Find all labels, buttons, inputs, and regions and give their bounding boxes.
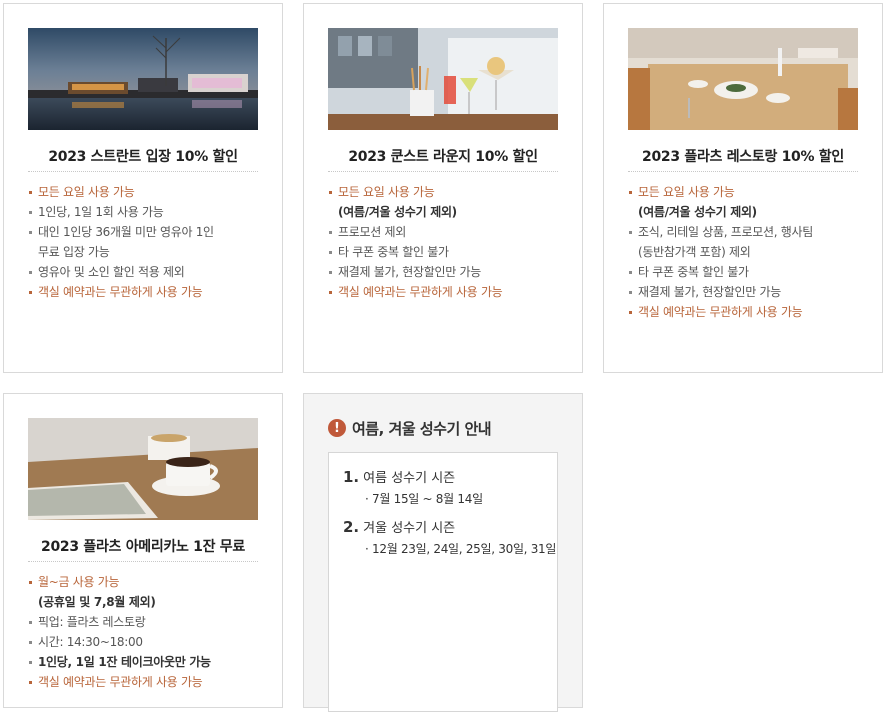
list-item: 객실 예약과는 무관하게 사용 가능 [328,282,564,302]
coupon-card-americano: 2023 플라츠 아메리카노 1잔 무료 월~금 사용 가능 (공휴일 및 7,8… [3,393,283,708]
list-item: 조식, 리테일 상품, 프로모션, 행사팀 (동반참가객 포함) 제외 [628,222,864,262]
restaurant-image [628,28,858,130]
season-item: 1. 여름 성수기 시즌 · 7월 15일 ~ 8월 14일 [343,467,483,507]
list-item: 픽업: 플라츠 레스토랑 [28,612,264,632]
season-name: 겨울 성수기 시즌 [363,521,456,536]
card-title: 2023 스트란트 입장 10% 할인 [48,149,238,165]
terms-list: 모든 요일 사용 가능 (여름/겨울 성수기 제외) 조식, 리테일 상품, 프로… [628,182,864,322]
list-item-text: 조식, 리테일 상품, 프로모션, 행사팀 [638,225,813,239]
list-item-sub: (여름/겨울 성수기 제외) [338,205,457,219]
terms-list: 모든 요일 사용 가능 (여름/겨울 성수기 제외) 프로모션 제외 타 쿠폰 중… [328,182,564,302]
list-item: 재결제 불가, 현장할인만 가능 [328,262,564,282]
list-item: 타 쿠폰 중복 할인 불가 [328,242,564,262]
list-item-text: 모든 요일 사용 가능 [638,185,735,199]
season-name: 여름 성수기 시즌 [363,471,456,486]
list-item: 모든 요일 사용 가능 (여름/겨울 성수기 제외) [628,182,864,222]
exclamation-icon: ! [328,419,346,437]
divider [28,171,258,172]
card-title: 2023 플라츠 레스토랑 10% 할인 [642,149,844,165]
list-item: 월~금 사용 가능 (공휴일 및 7,8월 제외) [28,572,264,612]
notice-header: ! 여름, 겨울 성수기 안내 [328,417,492,439]
list-item: 1인당, 1일 1회 사용 가능 [28,202,264,222]
coupon-card-platz-restaurant: 2023 플라츠 레스토랑 10% 할인 모든 요일 사용 가능 (여름/겨울 성… [603,3,883,373]
list-item-cont: (동반참가객 포함) 제외 [638,245,751,259]
terms-list: 월~금 사용 가능 (공휴일 및 7,8월 제외) 픽업: 플라츠 레스토랑 시간… [28,572,264,692]
list-item: 영유아 및 소인 할인 적용 제외 [28,262,264,282]
list-item-text: 모든 요일 사용 가능 [338,185,435,199]
list-item-cont: 무료 입장 가능 [38,245,110,259]
list-item: 타 쿠폰 중복 할인 불가 [628,262,864,282]
season-dates: · 12월 23일, 24일, 25일, 30일, 31일 [365,542,557,556]
season-item: 2. 겨울 성수기 시즌 · 12월 23일, 24일, 25일, 30일, 31… [343,517,556,557]
divider [628,171,858,172]
card-title: 2023 쿤스트 라운지 10% 할인 [348,149,538,165]
list-item: 시간: 14:30~18:00 [28,632,264,652]
list-item: 프로모션 제외 [328,222,564,242]
list-item: 객실 예약과는 무관하게 사용 가능 [28,672,264,692]
card-title: 2023 플라츠 아메리카노 1잔 무료 [41,539,245,555]
list-item: 1인당, 1일 1잔 테이크아웃만 가능 [28,652,264,672]
coupon-card-strand: 2023 스트란트 입장 10% 할인 모든 요일 사용 가능 1인당, 1일 … [3,3,283,373]
list-item-sub: (여름/겨울 성수기 제외) [638,205,757,219]
season-number: 1. [343,468,360,486]
list-item: 객실 예약과는 무관하게 사용 가능 [628,302,864,322]
kunst-image [328,28,558,130]
season-number: 2. [343,518,360,536]
coupon-card-kunst: 2023 쿤스트 라운지 10% 할인 모든 요일 사용 가능 (여름/겨울 성수… [303,3,583,373]
list-item-text: 월~금 사용 가능 [38,575,120,589]
list-item-text: 대인 1인당 36개월 미만 영유아 1인 [38,225,214,239]
season-dates: · 7월 15일 ~ 8월 14일 [365,492,483,506]
terms-list: 모든 요일 사용 가능 1인당, 1일 1회 사용 가능 대인 1인당 36개월… [28,182,264,302]
strand-image [28,28,258,130]
list-item: 모든 요일 사용 가능 (여름/겨울 성수기 제외) [328,182,564,222]
list-item: 모든 요일 사용 가능 [28,182,264,202]
divider [328,171,558,172]
list-item-sub: (공휴일 및 7,8월 제외) [38,595,156,609]
divider [28,561,258,562]
notice-box: 1. 여름 성수기 시즌 · 7월 15일 ~ 8월 14일 2. 겨울 성수기 시… [328,452,558,712]
coffee-image [28,418,258,520]
list-item: 객실 예약과는 무관하게 사용 가능 [28,282,264,302]
peak-season-notice: ! 여름, 겨울 성수기 안내 1. 여름 성수기 시즌 · 7월 15일 ~ 8… [303,393,583,712]
list-item: 대인 1인당 36개월 미만 영유아 1인무료 입장 가능 [28,222,264,262]
notice-title: 여름, 겨울 성수기 안내 [352,419,492,438]
list-item: 재결제 불가, 현장할인만 가능 [628,282,864,302]
